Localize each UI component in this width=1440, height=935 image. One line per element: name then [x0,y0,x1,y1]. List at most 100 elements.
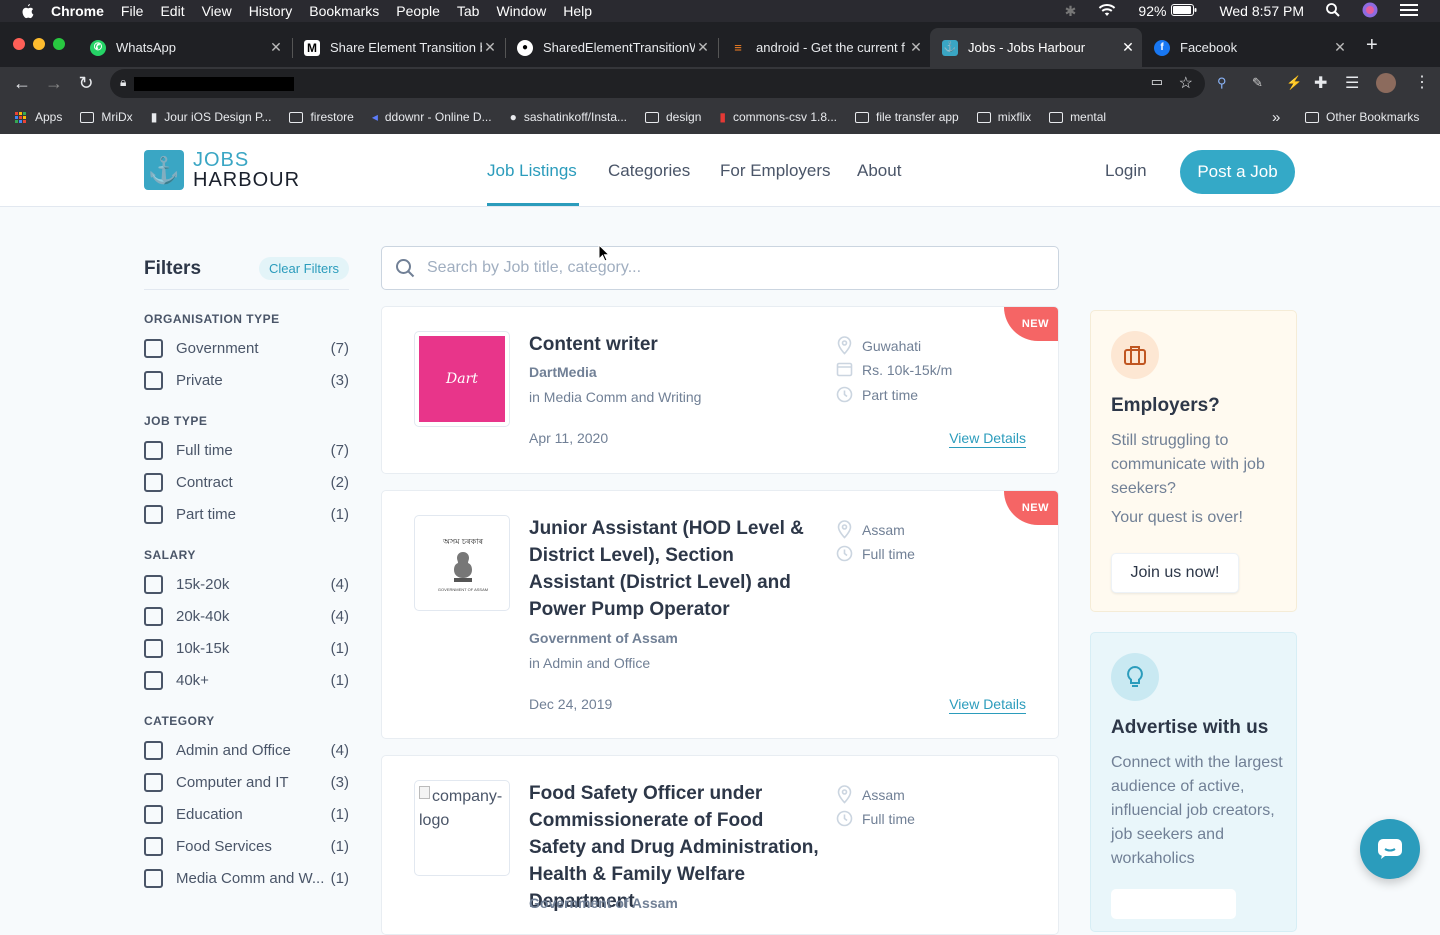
nav-about[interactable]: About [857,161,901,181]
menu-file[interactable]: File [121,3,144,19]
bookmark-link[interactable]: ▮ Jour iOS Design P... [151,110,272,124]
bookmark-link[interactable]: ◂ ddownr - Online D... [372,110,492,124]
filter-option-category[interactable]: Computer and IT (3) [144,772,349,792]
window-close-button[interactable] [13,38,25,50]
checkbox[interactable] [144,868,163,888]
profile-avatar[interactable] [1376,73,1396,93]
bookmark-folder[interactable]: file transfer app [855,110,959,124]
filter-option-category[interactable]: Admin and Office (4) [144,740,349,760]
window-zoom-button[interactable] [53,38,65,50]
bookmark-link[interactable]: ▮ commons-csv 1.8... [719,110,837,124]
bookmarks-overflow-button[interactable]: » [1272,109,1280,126]
address-bar[interactable]: 🔒︎ ▭ ☆ [110,69,1205,98]
siri-icon[interactable] [1362,2,1378,21]
tab-medium[interactable]: M Share Element Transition b ✕ [292,28,504,67]
menu-help[interactable]: Help [563,3,592,19]
job-card[interactable]: NEW Dart Content writer DartMedia in Med… [381,306,1059,474]
filter-option-salary[interactable]: 10k-15k (1) [144,638,349,658]
job-search-box[interactable] [381,246,1059,290]
close-tab-icon[interactable]: ✕ [1332,39,1348,56]
bluetooth-icon[interactable]: ✱ [1065,3,1077,20]
checkbox[interactable] [144,836,163,856]
menu-people[interactable]: People [396,3,440,19]
bookmark-folder[interactable]: mental [1049,110,1106,124]
checkbox[interactable] [144,606,163,626]
job-title[interactable]: Content writer [529,331,819,358]
battery-percent[interactable]: 92% [1138,3,1166,19]
menu-bookmarks[interactable]: Bookmarks [309,3,379,19]
clock[interactable]: Wed 8:57 PM [1219,3,1304,19]
menu-window[interactable]: Window [496,3,546,19]
checkbox[interactable] [144,338,163,358]
forward-button[interactable]: → [44,73,64,93]
spotlight-search-icon[interactable] [1326,2,1340,20]
filter-option-part-time[interactable]: Part time (1) [144,504,349,524]
extension-icon[interactable]: ⚡ [1286,75,1302,91]
tab-jobs-harbour[interactable]: ⚓ Jobs - Jobs Harbour ✕ [930,28,1142,67]
checkbox[interactable] [144,370,163,390]
bookmark-link[interactable]: ● sashatinkoff/Insta... [510,110,627,124]
bookmark-star-icon[interactable]: ☆ [1179,73,1193,93]
checkbox[interactable] [144,574,163,594]
tab-facebook[interactable]: f Facebook ✕ [1142,28,1354,67]
bookmark-folder[interactable]: design [645,110,701,124]
site-logo[interactable]: ⚓ JOBS HARBOUR [144,150,300,190]
apple-logo-icon[interactable] [19,3,35,19]
menu-edit[interactable]: Edit [160,3,184,19]
close-tab-icon[interactable]: ✕ [695,39,711,56]
advertise-button[interactable] [1111,889,1236,919]
search-input[interactable] [427,259,1058,277]
checkbox[interactable] [144,670,163,690]
close-tab-icon[interactable]: ✕ [268,39,284,56]
job-title[interactable]: Junior Assistant (HOD Level & District L… [529,515,819,623]
filter-option-category[interactable]: Education (1) [144,804,349,824]
filter-option-government[interactable]: Government (7) [144,338,349,358]
close-tab-icon[interactable]: ✕ [482,39,498,56]
reload-button[interactable]: ↻ [76,73,96,93]
checkbox[interactable] [144,440,163,460]
checkbox[interactable] [144,772,163,792]
menu-history[interactable]: History [249,3,293,19]
filter-option-private[interactable]: Private (3) [144,370,349,390]
reading-list-icon[interactable]: ☰ [1345,73,1359,93]
nav-categories[interactable]: Categories [608,161,690,181]
extension-icon[interactable]: ✎ [1252,75,1263,91]
nav-job-listings[interactable]: Job Listings [487,161,577,181]
checkbox[interactable] [144,740,163,760]
wifi-icon[interactable] [1098,3,1116,20]
view-details-link[interactable]: View Details [949,430,1026,448]
bookmark-folder[interactable]: firestore [289,110,354,124]
puzzle-icon[interactable]: ✚ [1314,73,1327,93]
checkbox[interactable] [144,504,163,524]
close-tab-icon[interactable]: ✕ [908,39,924,56]
filter-option-salary[interactable]: 15k-20k (4) [144,574,349,594]
battery-icon[interactable] [1171,3,1197,19]
nav-for-employers[interactable]: For Employers [720,161,831,181]
job-card[interactable]: NEW অসম চৰকাৰ GOVERNMENT OF ASSAM Junior… [381,490,1059,739]
login-link[interactable]: Login [1105,161,1147,181]
view-details-link[interactable]: View Details [949,696,1026,714]
close-tab-icon[interactable]: ✕ [1120,39,1136,56]
bookmark-folder[interactable]: MriDx [80,110,133,124]
bookmark-apps[interactable]: Apps [15,110,62,124]
filter-option-salary[interactable]: 20k-40k (4) [144,606,349,626]
filter-option-contract[interactable]: Contract (2) [144,472,349,492]
cast-icon[interactable]: ▭ [1151,74,1163,90]
filter-option-salary[interactable]: 40k+ (1) [144,670,349,690]
menu-app-name[interactable]: Chrome [51,3,104,19]
new-tab-button[interactable]: + [1366,35,1378,55]
chrome-menu-icon[interactable]: ⋮ [1414,72,1430,92]
other-bookmarks-folder[interactable]: Other Bookmarks [1305,110,1419,124]
clear-filters-button[interactable]: Clear Filters [259,257,349,280]
control-center-icon[interactable] [1400,3,1418,19]
window-minimize-button[interactable] [33,38,45,50]
filter-option-full-time[interactable]: Full time (7) [144,440,349,460]
job-card[interactable]: company-logo Food Safety Officer under C… [381,755,1059,935]
checkbox[interactable] [144,638,163,658]
filter-option-category[interactable]: Media Comm and W... (1) [144,868,349,888]
extension-icon[interactable]: ⚲ [1217,75,1227,91]
back-button[interactable]: ← [12,73,32,93]
post-a-job-button[interactable]: Post a Job [1180,150,1295,194]
bookmark-folder[interactable]: mixflix [976,110,1031,124]
chat-widget-button[interactable] [1360,819,1420,879]
